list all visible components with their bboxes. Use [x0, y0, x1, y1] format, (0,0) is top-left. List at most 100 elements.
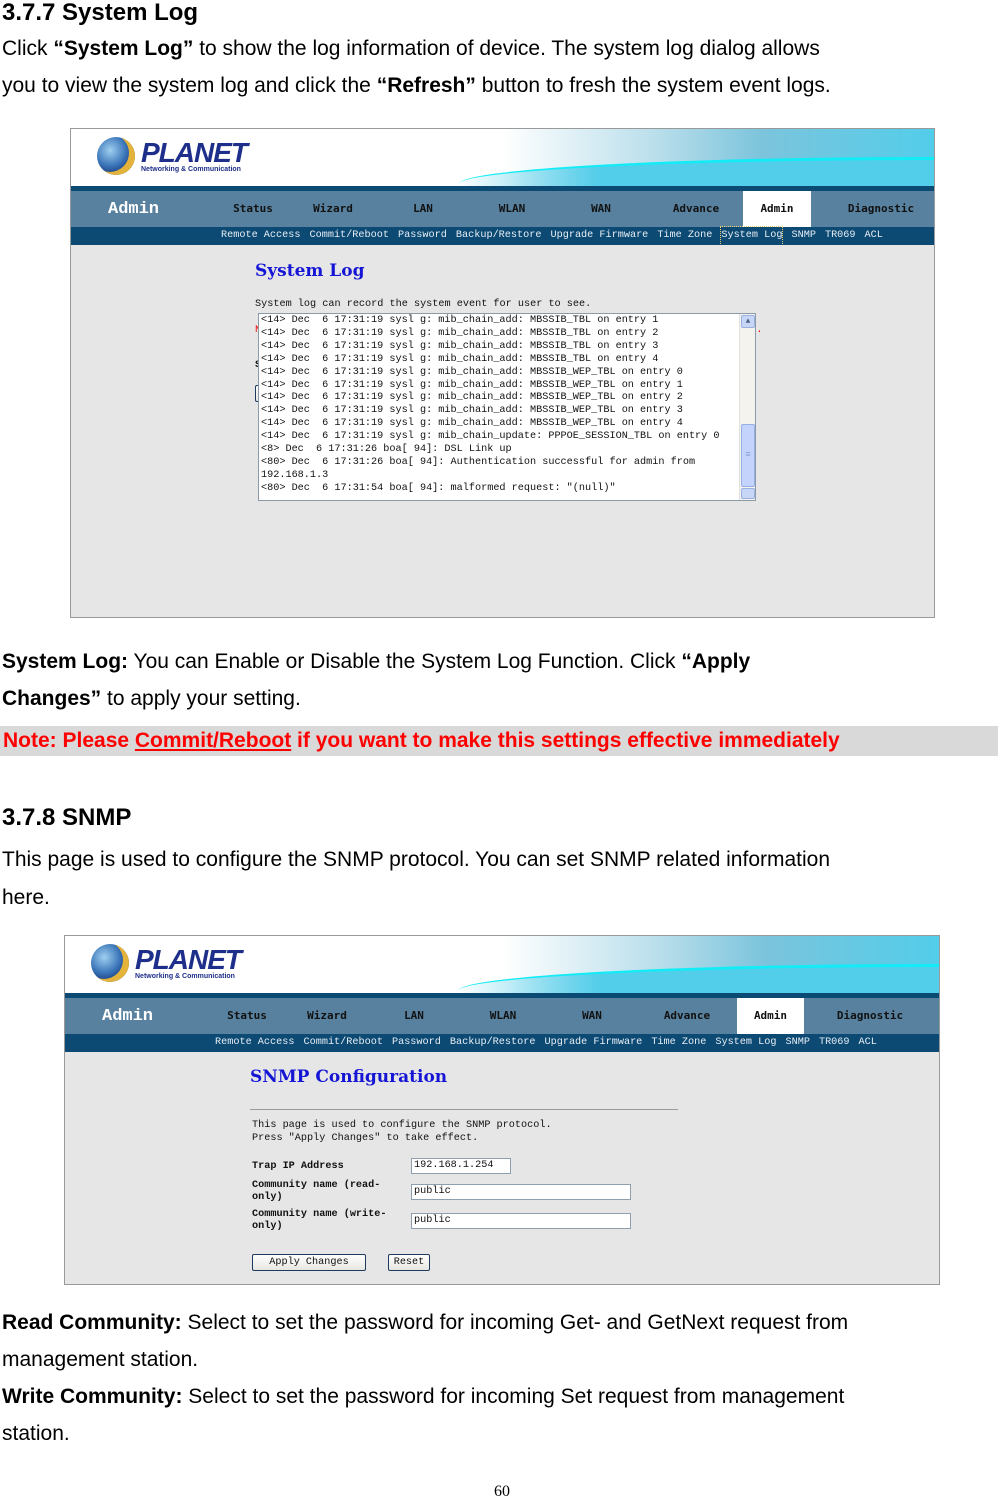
- log-line: <14> Dec 6 17:31:19 sysl g: mib_chain_ad…: [261, 366, 683, 378]
- router-header-banner: PLANET Networking & Communication: [65, 936, 939, 994]
- scroll-down-arrow-icon[interactable]: [741, 488, 755, 499]
- subnav-acl[interactable]: ACL: [859, 1034, 877, 1052]
- bold-text: System Log:: [2, 650, 129, 673]
- page-title: System Log: [255, 261, 365, 281]
- text: Select to set the password for incoming …: [182, 1385, 845, 1408]
- planet-globe-icon: [91, 944, 129, 982]
- trap-ip-label: Trap IP Address: [252, 1161, 344, 1172]
- nav-admin[interactable]: Admin: [737, 998, 804, 1034]
- main-nav: Admin Status Wizard LAN WLAN WAN Advance…: [71, 191, 934, 227]
- nav-diagnostic[interactable]: Diagnostic: [825, 998, 915, 1034]
- subnav-password[interactable]: Password: [392, 1034, 441, 1052]
- text: you to view the system log and click the: [2, 74, 377, 97]
- scroll-thumb[interactable]: ≡: [741, 424, 755, 487]
- reset-button[interactable]: Reset: [388, 1254, 430, 1271]
- note-text: if you want to make this settings effect…: [291, 729, 840, 752]
- logo-tagline: Networking & Communication: [135, 972, 235, 980]
- snmp-intro-line-1: This page is used to configure the SNMP …: [2, 848, 831, 871]
- note-text: Note: Please: [3, 729, 135, 752]
- snmp-content: SNMP Configuration This page is used to …: [65, 1052, 939, 1284]
- commit-reboot-link[interactable]: Commit/Reboot: [135, 729, 291, 752]
- nav-brand: Admin: [108, 200, 160, 219]
- page-description: System log can record the system event f…: [255, 299, 592, 310]
- subnav-backup-restore[interactable]: Backup/Restore: [456, 227, 542, 245]
- write-community-line-1: Write Community: Select to set the passw…: [2, 1378, 1004, 1415]
- community-write-input[interactable]: public: [411, 1213, 631, 1229]
- nav-status[interactable]: Status: [215, 998, 279, 1034]
- system-log-textarea[interactable]: <14> Dec 6 17:31:19 sysl g: mib_chain_ad…: [258, 313, 756, 501]
- router-header-banner: PLANET Networking & Communication: [71, 129, 934, 187]
- subnav-tr069[interactable]: TR069: [825, 227, 856, 245]
- label-line: only): [252, 1221, 283, 1232]
- log-line: <8> Dec 6 17:31:26 boa[ 94]: DSL Link up: [261, 444, 512, 456]
- text: to show the log information of device. T…: [193, 37, 820, 60]
- bold-text: Changes”: [2, 687, 102, 710]
- apply-changes-button[interactable]: Apply Changes: [252, 1254, 366, 1271]
- subnav-upgrade-firmware[interactable]: Upgrade Firmware: [550, 227, 648, 245]
- log-line: 192.168.1.3: [261, 469, 329, 481]
- subnav-password[interactable]: Password: [398, 227, 447, 245]
- log-line: <14> Dec 6 17:31:19 sysl g: mib_chain_ad…: [261, 353, 659, 365]
- subnav-system-log[interactable]: System Log: [715, 1034, 776, 1052]
- subnav-backup-restore[interactable]: Backup/Restore: [450, 1034, 536, 1052]
- scroll-up-arrow-icon[interactable]: ▲: [741, 315, 755, 328]
- subnav-commit-reboot[interactable]: Commit/Reboot: [303, 1034, 382, 1052]
- text: to apply your setting.: [101, 687, 301, 710]
- community-read-input[interactable]: public: [411, 1184, 631, 1200]
- log-scrollbar[interactable]: ▲ ≡: [739, 314, 755, 500]
- page-description-line-1: This page is used to configure the SNMP …: [252, 1120, 552, 1131]
- nav-admin[interactable]: Admin: [743, 191, 811, 227]
- nav-brand: Admin: [102, 1007, 154, 1026]
- log-line: <14> Dec 6 17:31:19 sysl g: mib_chain_ad…: [261, 379, 683, 391]
- trap-ip-input[interactable]: 192.168.1.254: [411, 1158, 511, 1174]
- logo-tagline: Networking & Communication: [141, 165, 241, 173]
- nav-wizard[interactable]: Wizard: [295, 998, 359, 1034]
- snmp-intro-line-2: here.: [2, 886, 50, 909]
- read-community-line-2: management station.: [2, 1348, 199, 1371]
- subnav-commit-reboot[interactable]: Commit/Reboot: [309, 227, 388, 245]
- system-log-description-line-1: System Log: You can Enable or Disable th…: [2, 643, 1004, 680]
- nav-wlan[interactable]: WLAN: [484, 191, 540, 227]
- text: Click: [2, 37, 54, 60]
- text: button to fresh the system event logs.: [475, 74, 831, 97]
- label-line: Community name (write-: [252, 1209, 387, 1220]
- subnav-time-zone[interactable]: Time Zone: [657, 227, 712, 245]
- subnav-remote-access[interactable]: Remote Access: [221, 227, 300, 245]
- bold-text: “Apply: [681, 650, 751, 673]
- subnav-upgrade-firmware[interactable]: Upgrade Firmware: [544, 1034, 642, 1052]
- label-line: only): [252, 1192, 283, 1203]
- community-write-label: Community name (write- only): [252, 1209, 387, 1233]
- intro-paragraph-line-1: Click “System Log” to show the log infor…: [2, 30, 1004, 67]
- text: Select to set the password for incoming …: [181, 1311, 849, 1334]
- log-line: <80> Dec 6 17:31:26 boa[ 94]: Authentica…: [261, 456, 696, 468]
- log-line: <80> Dec 6 17:31:54 boa[ 94]: malformed …: [261, 482, 616, 494]
- subnav-time-zone[interactable]: Time Zone: [651, 1034, 706, 1052]
- log-line: <14> Dec 6 17:31:19 sysl g: mib_chain_ad…: [261, 418, 683, 430]
- section-heading-snmp: 3.7.8 SNMP: [2, 804, 132, 831]
- nav-wizard[interactable]: Wizard: [301, 191, 365, 227]
- log-line: <14> Dec 6 17:31:19 sysl g: mib_chain_up…: [261, 431, 720, 443]
- subnav-acl[interactable]: ACL: [865, 227, 883, 245]
- page-number: 60: [494, 1483, 510, 1500]
- nav-wan[interactable]: WAN: [573, 191, 629, 227]
- page-title: SNMP Configuration: [250, 1067, 448, 1087]
- log-line: <14> Dec 6 17:31:19 sysl g: mib_chain_ad…: [261, 327, 659, 339]
- subnav-system-log[interactable]: System Log: [720, 226, 784, 246]
- nav-diagnostic[interactable]: Diagnostic: [836, 191, 926, 227]
- nav-lan[interactable]: LAN: [387, 998, 441, 1034]
- nav-advance[interactable]: Advance: [661, 191, 731, 227]
- subnav-snmp[interactable]: SNMP: [791, 227, 815, 245]
- nav-lan[interactable]: LAN: [396, 191, 450, 227]
- nav-status[interactable]: Status: [221, 191, 285, 227]
- label-line: Community name (read-: [252, 1180, 381, 1191]
- snmp-screenshot: PLANET Networking & Communication Admin …: [64, 935, 940, 1285]
- subnav-snmp[interactable]: SNMP: [785, 1034, 809, 1052]
- planet-logo: PLANET Networking & Communication: [97, 137, 248, 175]
- nav-wan[interactable]: WAN: [564, 998, 620, 1034]
- community-read-label: Community name (read- only): [252, 1180, 380, 1204]
- nav-wlan[interactable]: WLAN: [475, 998, 531, 1034]
- subnav-tr069[interactable]: TR069: [819, 1034, 850, 1052]
- nav-advance[interactable]: Advance: [652, 998, 722, 1034]
- subnav-remote-access[interactable]: Remote Access: [215, 1034, 294, 1052]
- read-community-line-1: Read Community: Select to set the passwo…: [2, 1304, 1004, 1341]
